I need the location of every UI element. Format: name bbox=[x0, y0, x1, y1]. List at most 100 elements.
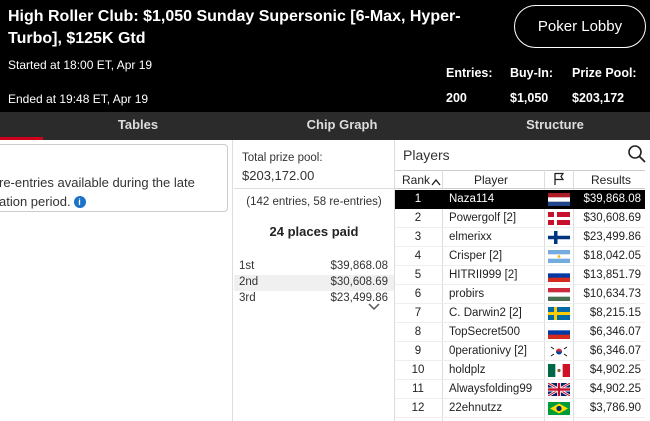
places-paid: 24 places paid bbox=[269, 224, 359, 239]
player-row[interactable]: 8 TopSecret500 $6,346.07 bbox=[395, 323, 645, 342]
payout-amount: $30,608.69 bbox=[330, 276, 388, 288]
player-result: $39,868.08 bbox=[583, 193, 641, 205]
reentry-note: re-entries available during the late ati… bbox=[0, 144, 228, 212]
info-panel: re-entries available during the late ati… bbox=[0, 140, 233, 421]
player-rank: 4 bbox=[414, 250, 422, 262]
payout-place: 3rd bbox=[239, 292, 256, 304]
player-rank: 2 bbox=[414, 212, 422, 224]
player-row[interactable]: 10 holdplz $4,902.25 bbox=[395, 361, 645, 380]
brazil-flag-icon bbox=[548, 402, 570, 415]
player-rank: 7 bbox=[414, 307, 422, 319]
rank-column-header[interactable]: Rank bbox=[402, 173, 430, 187]
prize-summary-panel: Total prize pool: $203,172.00 (142 entri… bbox=[234, 140, 395, 421]
player-result: $6,346.07 bbox=[589, 326, 641, 338]
player-result: $6,346.07 bbox=[589, 345, 641, 357]
tournament-title: High Roller Club: $1,050 Sunday Superson… bbox=[8, 8, 461, 47]
total-prize-label: Total prize pool: bbox=[242, 152, 323, 164]
player-row[interactable]: 3 elmerixx $23,499.86 bbox=[395, 228, 645, 247]
reentry-note-line1: re-entries available during the late bbox=[0, 175, 195, 190]
sort-ascending-icon[interactable] bbox=[431, 175, 441, 189]
results-column-header[interactable]: Results bbox=[591, 173, 631, 187]
search-icon[interactable] bbox=[627, 144, 647, 164]
player-name[interactable]: Powergolf [2] bbox=[449, 212, 516, 224]
russia-flag-icon bbox=[548, 269, 570, 282]
players-table-header: Rank Player Results bbox=[395, 170, 645, 189]
player-result: $23,499.86 bbox=[583, 231, 641, 243]
denmark-flag-icon bbox=[548, 212, 570, 225]
reentry-note-line2-wrap: ation period. i bbox=[0, 192, 219, 211]
player-row[interactable]: 7 C. Darwin2 [2] $8,215.15 bbox=[395, 304, 645, 323]
payout-place: 2nd bbox=[239, 276, 259, 288]
player-rank: 1 bbox=[414, 193, 422, 205]
netherlands-flag-icon bbox=[548, 193, 570, 206]
buyin-value: $1,050 bbox=[510, 91, 549, 105]
prize-pool-label: Prize Pool: bbox=[572, 66, 637, 80]
divider bbox=[234, 188, 394, 189]
finland-flag-icon bbox=[548, 231, 570, 244]
player-rank: 8 bbox=[414, 326, 422, 338]
russia-flag-icon bbox=[548, 326, 570, 339]
tab-structure[interactable]: Structure bbox=[500, 112, 610, 140]
hungary-flag-icon bbox=[548, 288, 570, 301]
united-kingdom-flag-icon bbox=[547, 381, 571, 398]
player-result: $18,042.05 bbox=[583, 250, 641, 262]
player-result: $4,902.25 bbox=[589, 364, 641, 376]
tab-tables[interactable]: Tables bbox=[88, 112, 188, 140]
tab-bar: Tables Chip Graph Structure bbox=[0, 112, 650, 140]
player-result: $3,786.90 bbox=[589, 402, 641, 414]
player-name[interactable]: elmerixx bbox=[449, 231, 492, 243]
prize-pool-value: $203,172 bbox=[572, 91, 625, 105]
payout-row: 2nd $30,608.69 bbox=[234, 275, 394, 291]
payout-amount: $39,868.08 bbox=[330, 260, 388, 272]
player-row[interactable]: 5 HITRII999 [2] $13,851.79 bbox=[395, 266, 645, 285]
player-rank: 11 bbox=[412, 383, 424, 395]
entries-value: 200 bbox=[446, 91, 467, 105]
player-name[interactable]: Naza114 bbox=[449, 193, 494, 205]
player-name[interactable]: 22ehnutzz bbox=[449, 402, 502, 414]
player-name[interactable]: HITRII999 [2] bbox=[449, 269, 517, 281]
player-rank: 9 bbox=[414, 345, 422, 357]
player-row[interactable]: 9 0perationivy [2] $6,346.07 bbox=[395, 342, 645, 361]
player-name[interactable]: probirs bbox=[449, 288, 484, 300]
entries-breakdown: (142 entries, 58 re-entries) bbox=[246, 196, 382, 208]
south-korea-flag-icon bbox=[548, 345, 570, 358]
player-rank: 3 bbox=[414, 231, 422, 243]
flag-column-icon[interactable] bbox=[553, 172, 565, 189]
tournament-header: High Roller Club: $1,050 Sunday Superson… bbox=[0, 0, 650, 112]
player-row[interactable]: 1 Naza114 $39,868.08 bbox=[395, 190, 645, 209]
player-row[interactable]: 11 Alwaysfolding99 $4,902.25 bbox=[395, 380, 645, 399]
player-result: $8,215.15 bbox=[589, 307, 641, 319]
end-time: Ended at 19:48 ET, Apr 19 bbox=[8, 92, 149, 106]
player-result: $13,851.79 bbox=[583, 269, 641, 281]
player-row[interactable]: 4 Crisper [2] $18,042.05 bbox=[395, 247, 645, 266]
player-row[interactable]: 12 22ehnutzz $3,786.90 bbox=[395, 399, 645, 418]
player-name[interactable]: holdplz bbox=[449, 364, 485, 376]
tab-chip-graph[interactable]: Chip Graph bbox=[282, 112, 402, 140]
player-rank: 12 bbox=[411, 402, 425, 414]
players-title: Players bbox=[403, 147, 450, 163]
info-icon[interactable]: i bbox=[73, 196, 86, 208]
mexico-flag-icon bbox=[548, 364, 570, 377]
player-name[interactable]: TopSecret500 bbox=[449, 326, 520, 338]
player-rank: 6 bbox=[414, 288, 422, 300]
player-rank: 10 bbox=[411, 364, 425, 376]
player-row[interactable]: 6 probirs $10,634.73 bbox=[395, 285, 645, 304]
chevron-down-icon[interactable] bbox=[368, 303, 380, 314]
sweden-flag-icon bbox=[548, 307, 570, 320]
player-result: $10,634.73 bbox=[583, 288, 641, 300]
player-name[interactable]: C. Darwin2 [2] bbox=[449, 307, 522, 319]
poker-lobby-button[interactable]: Poker Lobby bbox=[514, 5, 646, 48]
player-name[interactable]: 0perationivy [2] bbox=[449, 345, 527, 357]
player-name[interactable]: Crisper [2] bbox=[449, 250, 502, 262]
players-panel: Players Rank Player Results 1 Naza114 $39,… bbox=[395, 140, 650, 421]
player-result: $4,902.25 bbox=[589, 383, 641, 395]
argentina-flag-icon bbox=[548, 250, 570, 263]
total-prize-value: $203,172.00 bbox=[242, 168, 315, 183]
entries-label: Entries: bbox=[446, 66, 493, 80]
player-column-header[interactable]: Player bbox=[474, 173, 508, 187]
start-time: Started at 18:00 ET, Apr 19 bbox=[8, 58, 153, 72]
buyin-label: Buy-In: bbox=[510, 66, 554, 80]
player-row[interactable]: 2 Powergolf [2] $30,608.69 bbox=[395, 209, 645, 228]
player-name[interactable]: Alwaysfolding99 bbox=[449, 383, 532, 395]
reentry-note-line2: ation period. bbox=[0, 194, 71, 209]
